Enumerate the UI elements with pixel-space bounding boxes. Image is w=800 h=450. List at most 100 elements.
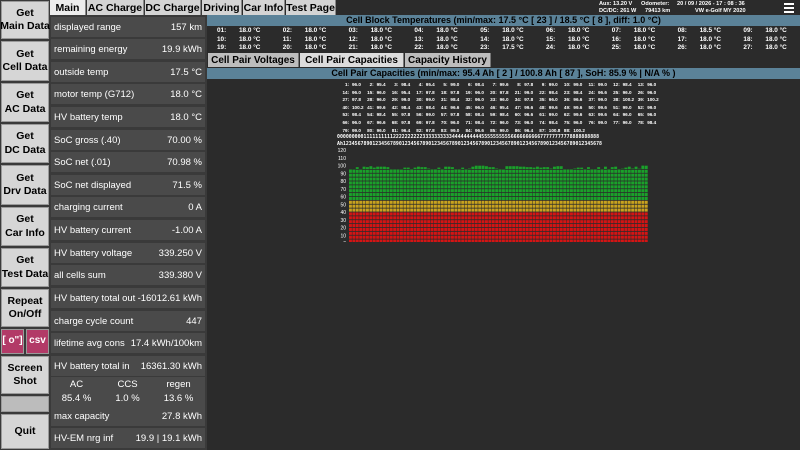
bar-segment [485,169,488,173]
bar-segment [542,231,546,235]
capacity-cell-value: 96.0 [622,89,632,95]
bar-segment [491,212,495,216]
bar-segment [454,173,458,177]
capacity-bar [559,166,563,242]
bar-segment [379,235,383,239]
bar-segment [593,216,597,220]
bar-segment [471,204,475,208]
tab-car-info[interactable]: Car Info [243,0,285,15]
bar-segment [410,204,414,208]
bar-segment [471,208,475,212]
bar-segment [532,212,536,216]
tab-ac-charge[interactable]: AC Charge [87,0,144,15]
tab-dc-charge[interactable]: DC Charge [145,0,201,15]
tab-driving[interactable]: Driving [202,0,242,15]
bar-segment [413,167,417,169]
bar-segment [522,185,526,189]
bar-segment [451,196,454,200]
get-ac-data-button[interactable]: Get AC Data [1,83,49,122]
tab-capacity-history[interactable]: Capacity History [405,53,491,67]
bar-segment [570,181,573,185]
bar-segment [485,181,488,185]
bar-segment [464,200,468,204]
bar-segment [389,216,393,220]
get-test-data-button[interactable]: Get Test Data [1,248,49,287]
hamburger-menu-icon[interactable] [780,0,798,15]
bar-segment [366,227,369,231]
bar-segment [447,185,451,189]
capacity-bar [457,169,461,242]
bar-segment [641,173,645,177]
bar-segment [614,185,618,189]
bar-segment [566,204,570,208]
screenshot-button[interactable]: Screen Shot [1,356,49,394]
tab-label: Car Info [243,1,284,14]
bar-segment [617,181,621,185]
bar-segment [481,204,485,208]
bar-segment [563,181,567,185]
tab-cell-pair-capacities[interactable]: Cell Pair Capacities [300,53,404,67]
bar-segment [604,193,607,197]
bar-segment [444,227,448,231]
bar-segment [614,189,618,193]
bar-segment [600,200,604,204]
bar-segment [593,208,597,212]
bar-segment [638,200,641,204]
bar-segment [423,227,427,231]
bar-segment [634,239,638,242]
tab-cell-pair-voltages[interactable]: Cell Pair Voltages [208,53,299,67]
bar-segment [393,177,397,181]
bar-segment [529,185,533,189]
get-dc-data-button[interactable]: Get DC Data [1,124,49,163]
bar-segment [355,204,359,208]
bar-segment [474,204,478,208]
bar-segment [553,224,556,228]
bar-segment [583,189,587,193]
bar-segment [474,227,478,231]
get-main-data-button[interactable]: Get Main Data [0,1,50,39]
bar-segment [546,220,550,224]
tab-main[interactable]: Main [50,0,86,15]
get-car-info-button[interactable]: Get Car Info [1,207,49,246]
bar-segment [451,239,454,242]
bar-segment [457,200,461,204]
get-drv-data-button[interactable]: Get Drv Data [1,165,49,205]
bar-segment [549,196,553,200]
bar-segment [604,235,607,239]
bar-segment [559,220,563,224]
bar-segment [587,235,590,239]
bar-segment [621,204,624,208]
capacity-bar [478,165,482,242]
capacity-bar [600,169,604,242]
repeat-toggle-button[interactable]: Repeat On/Off [1,289,49,327]
bar-segment [610,173,614,177]
bar-segment [525,224,529,228]
bar-segment [593,220,597,224]
bar-segment [570,208,573,212]
bar-segment [570,196,573,200]
bar-segment [393,224,397,228]
bar-segment [546,189,550,193]
temp-cell-value: 18.0 °C [304,44,327,51]
bar-segment [614,193,618,197]
record-button[interactable]: [ o"] [1,329,24,354]
bar-segment [372,231,376,235]
bar-segment [512,231,516,235]
quit-button[interactable]: Quit [1,414,49,449]
capacity-cell-label: 67: [367,120,374,125]
bar-segment [355,216,359,220]
bar-segment [539,220,543,224]
bar-segment [352,239,356,242]
bar-segment [352,216,356,220]
bar-segment [610,212,614,216]
bar-segment [498,196,502,200]
get-cell-data-button[interactable]: Get Cell Data [1,41,49,81]
bar-segment [369,166,373,169]
tab-test-page[interactable]: Test Page [286,0,336,15]
bar-segment [444,181,448,185]
bar-segment [576,193,580,197]
bar-segment [536,235,539,239]
csv-button[interactable]: csv [26,329,49,354]
bar-segment [566,173,570,177]
bar-segment [631,239,635,242]
